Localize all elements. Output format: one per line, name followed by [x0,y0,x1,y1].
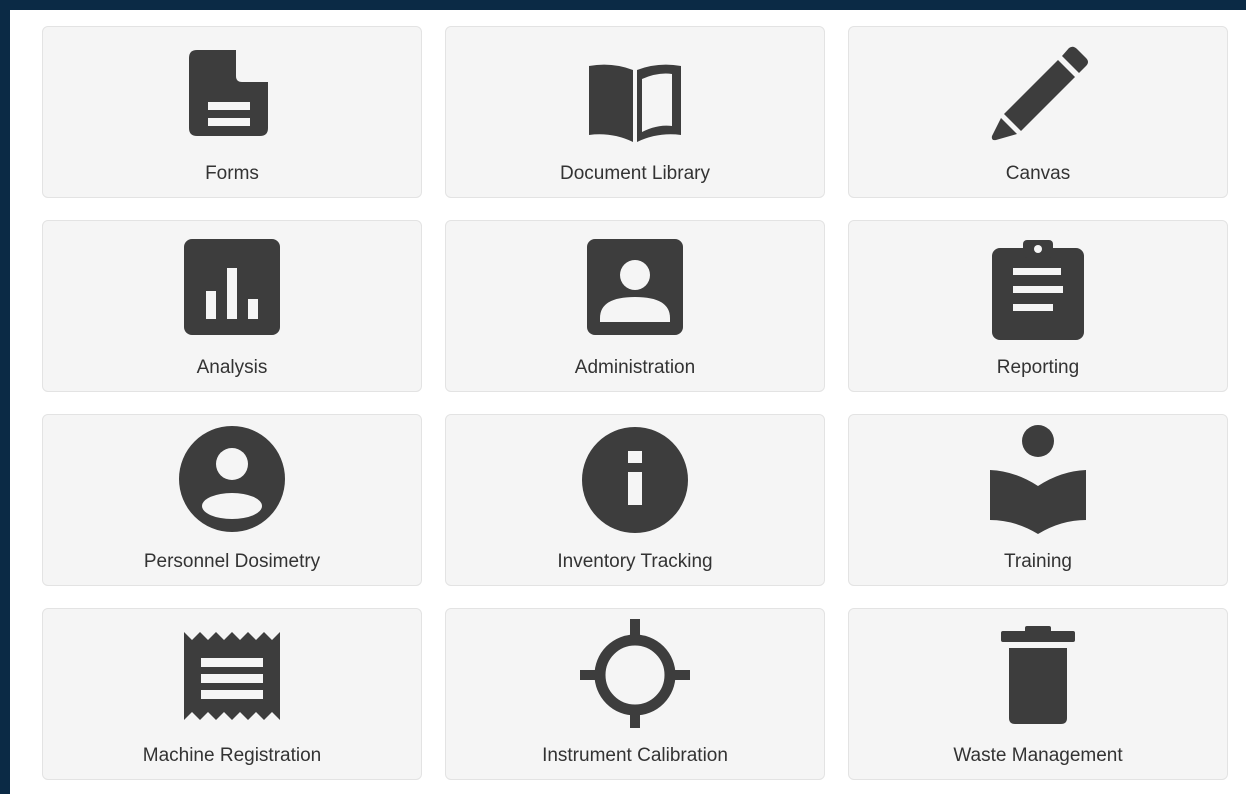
trash-icon [983,618,1093,728]
machine-registration-label: Machine Registration [142,745,322,766]
reporting-label: Reporting [996,357,1080,378]
forms-tile[interactable]: Forms [42,26,422,198]
instrument-calibration-label: Instrument Calibration [542,745,728,766]
main-panel: Forms Document Library Canvas Analysis A… [10,10,1246,794]
info-circle-icon [580,424,690,534]
administration-label: Administration [574,357,696,378]
training-tile[interactable]: Training [848,414,1228,586]
training-label: Training [1004,551,1072,572]
waste-management-label: Waste Management [953,745,1123,766]
administration-tile[interactable]: Administration [445,220,825,392]
receipt-icon [177,618,287,728]
clipboard-icon [983,230,1093,340]
canvas-tile[interactable]: Canvas [848,26,1228,198]
pencil-icon [983,36,1093,146]
personnel-dosimetry-label: Personnel Dosimetry [143,551,321,572]
inventory-tracking-label: Inventory Tracking [557,551,713,572]
canvas-label: Canvas [1005,163,1071,184]
personnel-dosimetry-tile[interactable]: Personnel Dosimetry [42,414,422,586]
bar-chart-icon [177,230,287,340]
account-box-icon [580,230,690,340]
reporting-tile[interactable]: Reporting [848,220,1228,392]
forms-label: Forms [205,163,259,184]
instrument-calibration-tile[interactable]: Instrument Calibration [445,608,825,780]
crosshair-icon [580,618,690,728]
machine-registration-tile[interactable]: Machine Registration [42,608,422,780]
waste-management-tile[interactable]: Waste Management [848,608,1228,780]
analysis-label: Analysis [196,357,268,378]
inventory-tracking-tile[interactable]: Inventory Tracking [445,414,825,586]
app-tile-grid: Forms Document Library Canvas Analysis A… [42,26,1228,780]
user-circle-icon [177,424,287,534]
analysis-tile[interactable]: Analysis [42,220,422,392]
document-library-label: Document Library [560,163,710,184]
file-text-icon [177,36,287,146]
reader-icon [983,424,1093,534]
open-book-icon [580,36,690,146]
document-library-tile[interactable]: Document Library [445,26,825,198]
